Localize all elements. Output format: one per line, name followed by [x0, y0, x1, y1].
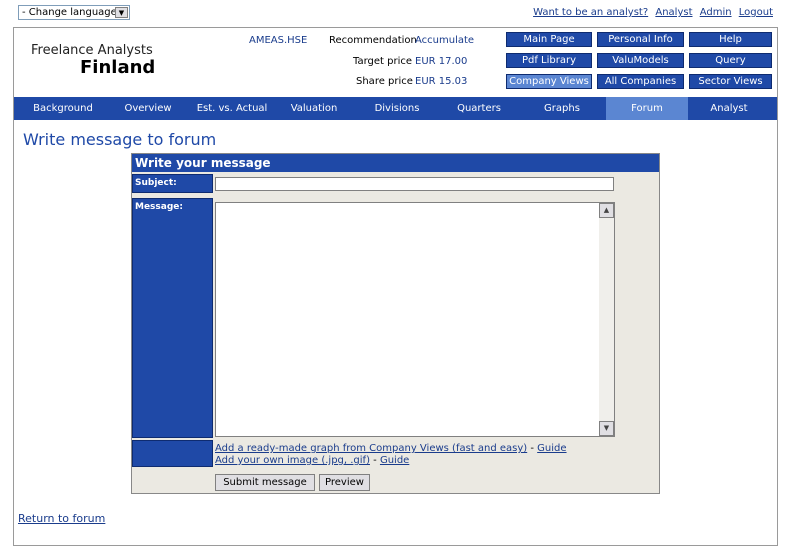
tab-quarters[interactable]: Quarters	[447, 97, 511, 120]
tab-graphs[interactable]: Graphs	[534, 97, 590, 120]
tab-bar: Background Overview Est. vs. Actual Valu…	[14, 97, 777, 137]
change-language-value: - Change language -	[22, 7, 124, 18]
subject-label: Subject:	[132, 174, 213, 193]
main-page-button[interactable]: Main Page	[506, 32, 592, 47]
message-textarea[interactable]: ▲ ▼	[215, 202, 615, 437]
logout-link[interactable]: Logout	[739, 7, 773, 18]
share-price-label: Share price	[356, 76, 413, 87]
brand-line1: Freelance Analysts	[31, 43, 153, 58]
add-image-link[interactable]: Add your own image (.jpg, .gif)	[215, 455, 370, 466]
recommendation-label: Recommendation	[329, 35, 417, 46]
preview-button[interactable]: Preview	[319, 474, 370, 491]
help-button[interactable]: Help	[689, 32, 772, 47]
form-header: Write your message	[132, 154, 659, 172]
subject-input[interactable]	[215, 177, 614, 191]
admin-link[interactable]: Admin	[700, 7, 732, 18]
tab-valuation[interactable]: Valuation	[282, 97, 346, 120]
add-graph-link[interactable]: Add a ready-made graph from Company View…	[215, 443, 527, 454]
textarea-scrollbar[interactable]: ▲ ▼	[599, 203, 614, 436]
attachments-label-cell	[132, 440, 213, 467]
add-graph-row: Add a ready-made graph from Company View…	[215, 443, 567, 454]
guide-link[interactable]: Guide	[380, 455, 409, 466]
submit-message-button[interactable]: Submit message	[215, 474, 315, 491]
dropdown-arrow-icon[interactable]: ▼	[115, 7, 128, 18]
pdf-library-button[interactable]: Pdf Library	[506, 53, 592, 68]
return-to-forum-link[interactable]: Return to forum	[18, 512, 105, 525]
tab-est-vs-actual[interactable]: Est. vs. Actual	[190, 97, 274, 120]
target-price-value: EUR 17.00	[415, 56, 468, 67]
add-image-row: Add your own image (.jpg, .gif) - Guide	[215, 455, 409, 466]
separator: -	[527, 443, 538, 454]
scroll-up-icon[interactable]: ▲	[599, 203, 614, 218]
become-analyst-link[interactable]: Want to be an analyst?	[533, 7, 648, 18]
page-title: Write message to forum	[23, 130, 217, 149]
personal-info-button[interactable]: Personal Info	[597, 32, 684, 47]
change-language-select[interactable]: - Change language - ▼	[18, 5, 130, 20]
valumodels-button[interactable]: ValuModels	[597, 53, 684, 68]
message-form: Write your message Subject: Message: ▲ ▼…	[131, 153, 660, 494]
top-links: Want to be an analyst? Analyst Admin Log…	[529, 7, 773, 18]
analyst-link[interactable]: Analyst	[655, 7, 692, 18]
target-price-label: Target price	[353, 56, 413, 67]
tab-forum[interactable]: Forum	[606, 97, 688, 120]
separator: -	[369, 455, 380, 466]
scroll-down-icon[interactable]: ▼	[599, 421, 614, 436]
query-button[interactable]: Query	[689, 53, 772, 68]
sector-views-button[interactable]: Sector Views	[689, 74, 772, 89]
message-label: Message:	[132, 198, 213, 438]
company-ticker: AMEAS.HSE	[249, 35, 308, 46]
tab-overview[interactable]: Overview	[116, 97, 180, 120]
tab-divisions[interactable]: Divisions	[364, 97, 430, 120]
tab-analyst-rankings[interactable]: Analyst rankings	[689, 97, 769, 137]
tab-background[interactable]: Background	[28, 97, 98, 120]
company-views-button[interactable]: Company Views	[506, 74, 592, 89]
recommendation-value: Accumulate	[415, 35, 475, 46]
guide-link[interactable]: Guide	[537, 443, 566, 454]
brand-line2: Finland	[80, 57, 156, 78]
share-price-value: EUR 15.03	[415, 76, 468, 87]
all-companies-button[interactable]: All Companies	[597, 74, 684, 89]
